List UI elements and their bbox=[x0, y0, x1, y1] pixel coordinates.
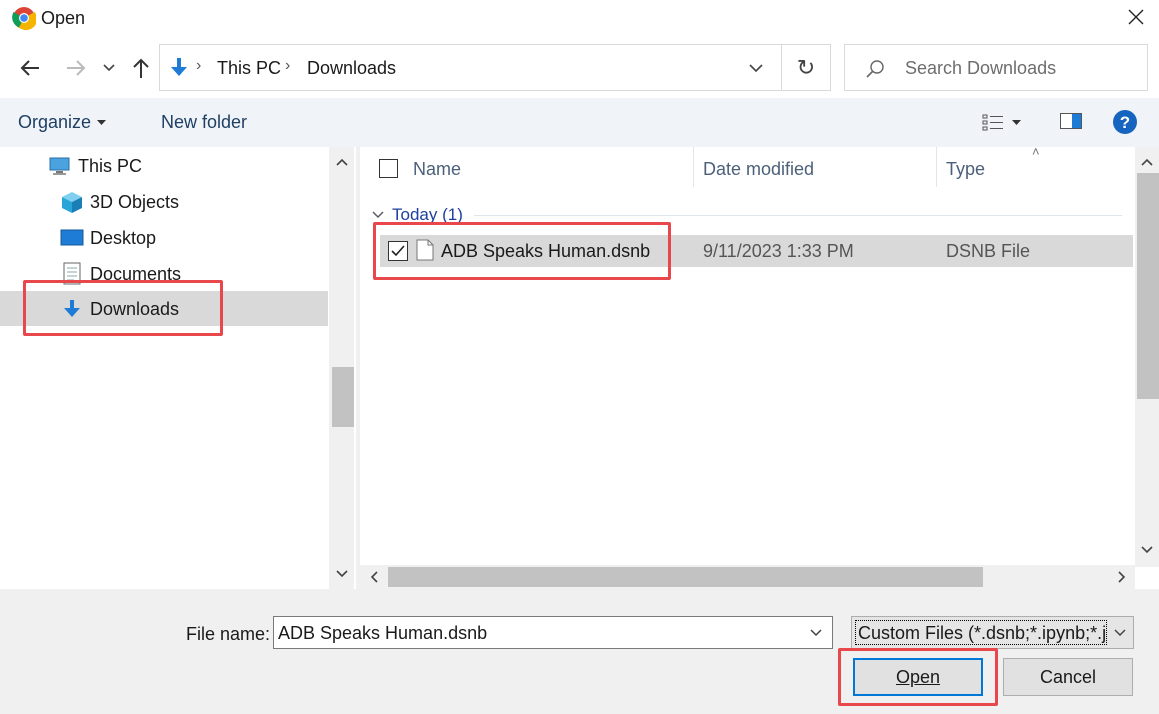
arrow-left-icon bbox=[20, 60, 39, 76]
chevron-up-icon bbox=[1141, 158, 1153, 166]
navigation-pane: This PC 3D Objects Desktop Documents Dow… bbox=[0, 147, 356, 589]
sidebar-item-label: Desktop bbox=[90, 227, 157, 248]
file-type: DSNB File bbox=[946, 241, 1031, 261]
download-arrow-icon bbox=[166, 56, 192, 80]
search-input[interactable]: Search Downloads bbox=[905, 58, 1056, 79]
change-view-button[interactable] bbox=[982, 110, 1032, 136]
back-button[interactable] bbox=[14, 52, 46, 84]
chevron-down-icon bbox=[1114, 629, 1126, 637]
scroll-right-button[interactable] bbox=[1110, 565, 1134, 589]
computer-icon bbox=[48, 154, 72, 178]
column-header-name[interactable]: Name bbox=[413, 159, 461, 180]
file-type-filter-dropdown[interactable] bbox=[1108, 621, 1132, 645]
arrow-up-icon bbox=[133, 58, 149, 78]
cancel-button-label: Cancel bbox=[1039, 666, 1097, 687]
file-type-filter-select[interactable]: Custom Files (*.dsnb;*.ipynb;*.js bbox=[851, 616, 1134, 649]
new-folder-button[interactable]: New folder bbox=[161, 112, 247, 133]
column-header-date-modified[interactable]: Date modified bbox=[703, 159, 814, 180]
preview-pane-button[interactable] bbox=[1059, 110, 1083, 134]
address-bar[interactable]: › This PC › Downloads ↻ bbox=[159, 44, 831, 91]
chevron-right-icon: › bbox=[285, 57, 291, 74]
chevron-down-icon bbox=[810, 629, 822, 637]
close-icon bbox=[1128, 9, 1144, 25]
arrow-right-icon bbox=[67, 60, 86, 76]
refresh-icon: ↻ bbox=[796, 54, 816, 80]
details-view-icon bbox=[982, 114, 1003, 131]
address-history-dropdown[interactable] bbox=[742, 54, 770, 82]
file-date-modified: 9/11/2023 1:33 PM bbox=[703, 241, 854, 261]
group-divider bbox=[474, 215, 1122, 216]
breadcrumb-downloads[interactable]: Downloads bbox=[307, 58, 396, 79]
preview-pane-icon bbox=[1060, 113, 1082, 129]
help-button[interactable]: ? bbox=[1112, 109, 1138, 135]
file-list-vertical-scrollbar[interactable] bbox=[1135, 147, 1159, 567]
desktop-icon bbox=[60, 226, 84, 250]
sort-ascending-icon: ˄ bbox=[1032, 144, 1040, 159]
scrollbar-thumb[interactable] bbox=[1137, 173, 1159, 399]
chevron-down-icon bbox=[335, 570, 348, 578]
sidebar-item-label: This PC bbox=[78, 155, 143, 176]
column-divider[interactable] bbox=[693, 147, 694, 187]
chevron-down-icon bbox=[1141, 546, 1153, 554]
cancel-button[interactable]: Cancel bbox=[1003, 658, 1133, 696]
help-icon: ? bbox=[1113, 110, 1137, 134]
sidebar-item-label: 3D Objects bbox=[90, 191, 180, 212]
chevron-up-icon bbox=[335, 158, 348, 166]
file-name-dropdown[interactable] bbox=[804, 621, 828, 645]
recent-locations-button[interactable] bbox=[100, 56, 118, 80]
highlight-box-downloads bbox=[23, 280, 223, 336]
svg-text:?: ? bbox=[1120, 113, 1130, 132]
caret-down-icon bbox=[1012, 120, 1021, 125]
navigation-scrollbar[interactable] bbox=[329, 147, 354, 589]
chevron-down-icon bbox=[103, 64, 115, 72]
highlight-box-file bbox=[373, 222, 671, 280]
forward-button[interactable] bbox=[60, 52, 92, 84]
file-type-filter-value: Custom Files (*.dsnb;*.ipynb;*.js bbox=[855, 620, 1107, 645]
scroll-left-button[interactable] bbox=[362, 565, 386, 589]
search-icon bbox=[863, 57, 887, 81]
sidebar-item-3d-objects[interactable]: 3D Objects bbox=[60, 184, 179, 220]
chevron-left-icon bbox=[370, 571, 378, 583]
organize-button[interactable]: Organize bbox=[18, 112, 107, 133]
chrome-icon bbox=[12, 6, 38, 31]
refresh-button[interactable]: ↻ bbox=[782, 45, 830, 90]
caret-down-icon bbox=[97, 119, 107, 125]
breadcrumb-this-pc[interactable]: This PC bbox=[217, 58, 281, 79]
command-bar: Organize New folder ? bbox=[0, 98, 1159, 147]
search-box[interactable]: Search Downloads bbox=[844, 44, 1148, 91]
column-divider[interactable] bbox=[936, 147, 937, 187]
scroll-up-button[interactable] bbox=[1135, 151, 1159, 173]
scrollbar-thumb[interactable] bbox=[388, 567, 983, 587]
window-title: Open bbox=[41, 8, 86, 28]
chevron-down-icon bbox=[749, 63, 763, 72]
chevron-right-icon: › bbox=[196, 57, 202, 74]
highlight-box-open-button bbox=[838, 648, 998, 706]
file-name-field[interactable]: ADB Speaks Human.dsnb bbox=[273, 616, 833, 649]
close-button[interactable] bbox=[1118, 2, 1154, 32]
file-name-value[interactable]: ADB Speaks Human.dsnb bbox=[278, 623, 487, 644]
sidebar-item-this-pc[interactable]: This PC bbox=[48, 148, 142, 184]
scroll-down-button[interactable] bbox=[329, 563, 354, 585]
cube-icon bbox=[60, 190, 84, 214]
sidebar-item-desktop[interactable]: Desktop bbox=[60, 220, 156, 256]
scroll-up-button[interactable] bbox=[329, 151, 354, 173]
scrollbar-thumb[interactable] bbox=[332, 367, 354, 427]
file-name-label: File name: bbox=[186, 624, 271, 644]
chevron-right-icon bbox=[1118, 571, 1126, 583]
scroll-down-button[interactable] bbox=[1135, 539, 1159, 561]
select-all-checkbox[interactable] bbox=[379, 159, 398, 178]
title-bar: Open bbox=[0, 0, 1159, 36]
chevron-down-icon bbox=[372, 211, 384, 218]
column-header-type[interactable]: Type bbox=[946, 159, 985, 180]
file-list-pane: Name Date modified Type ˄ Today (1) ADB … bbox=[360, 144, 1159, 589]
file-list-horizontal-scrollbar[interactable] bbox=[360, 565, 1135, 589]
up-button[interactable] bbox=[126, 52, 156, 84]
organize-label: Organize bbox=[18, 112, 92, 132]
